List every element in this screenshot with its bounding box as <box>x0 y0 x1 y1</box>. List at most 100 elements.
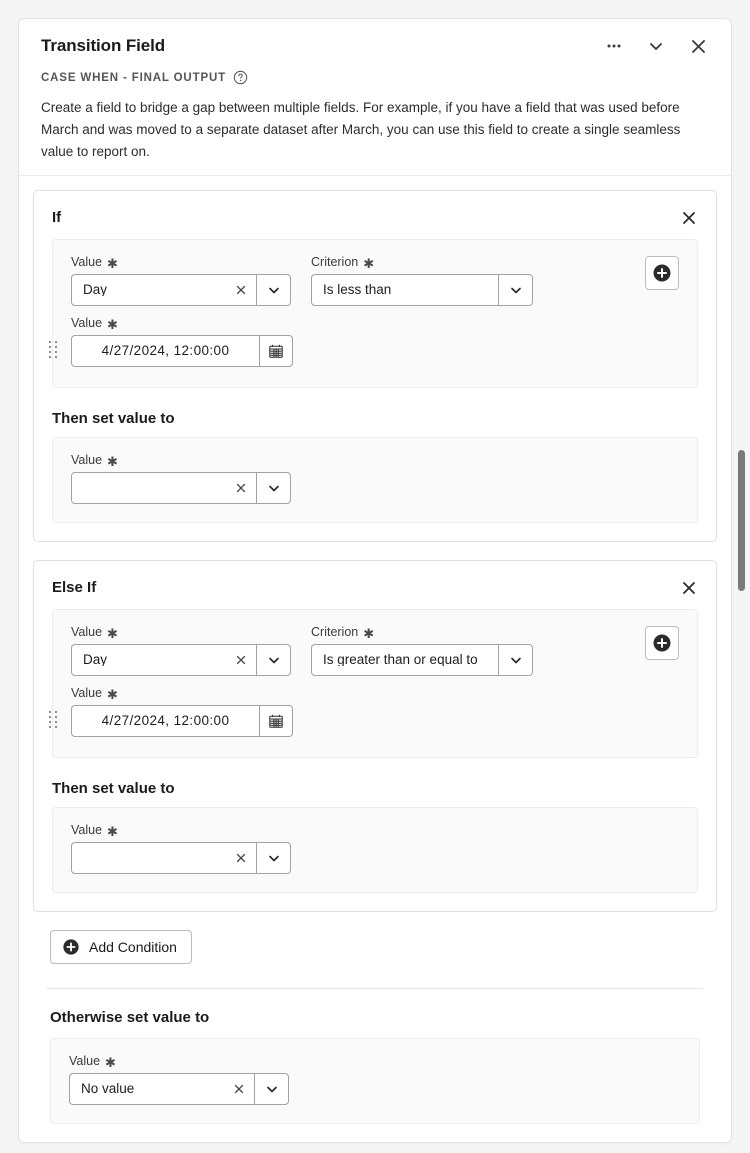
value-combobox[interactable]: Day <box>71 643 291 676</box>
otherwise-value-dropdown-button[interactable] <box>254 1072 289 1105</box>
required-asterisk: ✱ <box>107 453 118 469</box>
required-asterisk: ✱ <box>107 255 118 271</box>
clear-x-icon[interactable] <box>233 480 248 495</box>
criterion-field-block: Criterion ✱ Is less than <box>311 256 533 306</box>
criterion-dropdown-button[interactable] <box>498 273 533 306</box>
add-condition-button[interactable]: Add Condition <box>50 929 192 964</box>
required-asterisk: ✱ <box>107 625 118 641</box>
value-label: Value <box>71 254 103 269</box>
date-input-text: 4/27/2024, 12:00:00 <box>101 342 230 358</box>
question-circle-icon[interactable] <box>233 70 248 85</box>
date-input[interactable]: 4/27/2024, 12:00:00 <box>71 704 259 737</box>
date-picker[interactable]: 4/27/2024, 12:00:00 <box>71 704 293 737</box>
criterion-label: Criterion <box>311 254 359 269</box>
calendar-button[interactable] <box>259 704 293 737</box>
otherwise-value-group: Value ✱ No value <box>50 1037 700 1124</box>
value-label: Value <box>71 452 103 467</box>
condition-title: If <box>52 209 62 227</box>
value-combobox[interactable]: Day <box>71 273 291 306</box>
value-input[interactable]: Day <box>71 273 256 306</box>
criterion-combobox[interactable]: Is less than <box>311 273 533 306</box>
date-input-text: 4/27/2024, 12:00:00 <box>101 712 230 728</box>
condition-header: If <box>34 191 716 239</box>
otherwise-value-input[interactable]: No value <box>69 1072 254 1105</box>
then-value-input[interactable] <box>71 471 256 504</box>
otherwise-value-label-row: Value ✱ <box>69 1053 681 1070</box>
required-asterisk: ✱ <box>107 316 118 332</box>
subtitle-row: CASE WHEN - FINAL OUTPUT <box>41 70 713 85</box>
plus-circle-icon <box>653 634 671 652</box>
then-value-label-row: Value ✱ <box>71 824 679 838</box>
value-field-block: Value ✱ Day <box>71 256 291 306</box>
value-label: Value <box>71 315 103 330</box>
close-icon[interactable] <box>687 35 709 57</box>
required-asterisk: ✱ <box>107 686 118 702</box>
header-top-row: Transition Field <box>41 35 713 57</box>
date-value-label-row: Value ✱ <box>71 315 679 332</box>
scrollbar-thumb[interactable] <box>738 450 745 591</box>
header-actions <box>603 35 713 57</box>
calendar-icon <box>269 714 283 728</box>
page-title: Transition Field <box>41 36 166 55</box>
panel-description: Create a field to bridge a gap between m… <box>41 100 681 159</box>
condition-card-if: If Value ✱ Day Criterion ✱ Is less than … <box>33 189 717 542</box>
close-icon[interactable] <box>678 577 700 599</box>
date-picker[interactable]: 4/27/2024, 12:00:00 <box>71 334 293 367</box>
criterion-dropdown-button[interactable] <box>498 643 533 676</box>
otherwise-set-value-label: Otherwise set value to <box>50 1008 210 1026</box>
add-criterion-button[interactable] <box>645 255 679 290</box>
criterion-label: Criterion <box>311 624 359 639</box>
clear-x-icon[interactable] <box>233 282 248 297</box>
required-asterisk: ✱ <box>105 1054 116 1070</box>
criterion-combobox[interactable]: Is greater than or equal to <box>311 643 533 676</box>
condition-fields-group: Value ✱ Day <box>49 238 698 388</box>
then-value-group: Value ✱ <box>52 436 698 523</box>
value-input-text: Day <box>83 652 108 667</box>
value-input-text: Day <box>83 282 108 297</box>
then-value-input[interactable] <box>71 841 256 874</box>
close-icon[interactable] <box>678 207 700 229</box>
plus-circle-icon <box>63 938 79 955</box>
then-value-dropdown-button[interactable] <box>256 841 291 874</box>
condition-header: Else If <box>34 561 716 609</box>
criterion-label-row: Criterion ✱ <box>311 624 533 641</box>
chevron-down-icon[interactable] <box>645 35 667 57</box>
value-input[interactable]: Day <box>71 643 256 676</box>
criterion-input[interactable]: Is less than <box>311 273 498 306</box>
clear-x-icon[interactable] <box>233 652 248 667</box>
plus-circle-icon <box>653 264 671 282</box>
otherwise-value-combobox[interactable]: No value <box>69 1072 289 1105</box>
condition-first-row: Value ✱ Day <box>71 624 679 678</box>
value-label: Value <box>69 1053 101 1068</box>
then-value-group: Value ✱ <box>52 806 698 893</box>
criterion-input-text: Is greater than or equal to <box>323 652 478 667</box>
then-value-combobox[interactable] <box>71 841 291 874</box>
then-value-label-row: Value ✱ <box>71 452 679 469</box>
then-set-value-label: Then set value to <box>52 409 175 427</box>
value-label: Value <box>71 685 103 700</box>
calendar-button[interactable] <box>259 334 293 367</box>
value-dropdown-button[interactable] <box>256 643 291 676</box>
then-block: Then set value to Value ✱ <box>34 774 716 893</box>
panel-body: If Value ✱ Day Criterion ✱ Is less than … <box>19 176 731 1142</box>
then-value-dropdown-button[interactable] <box>256 471 291 504</box>
criterion-input[interactable]: Is greater than or equal to <box>311 643 498 676</box>
calendar-icon <box>269 344 283 358</box>
ellipsis-icon[interactable] <box>603 35 625 57</box>
clear-x-icon[interactable] <box>231 1081 246 1096</box>
then-value-combobox[interactable] <box>71 471 291 504</box>
criterion-label-row: Criterion ✱ <box>311 254 533 271</box>
date-value-block: Value ✱ 4/27/2024, 12:00:00 <box>49 685 679 737</box>
drag-handle-icon[interactable] <box>49 710 61 733</box>
required-asterisk: ✱ <box>363 255 375 271</box>
required-asterisk: ✱ <box>363 625 375 641</box>
condition-title: Else If <box>52 579 97 597</box>
then-block: Then set value to Value ✱ <box>34 404 716 523</box>
drag-handle-icon[interactable] <box>49 340 61 363</box>
add-criterion-button[interactable] <box>645 625 679 660</box>
date-input[interactable]: 4/27/2024, 12:00:00 <box>71 334 259 367</box>
section-divider <box>47 987 703 989</box>
value-dropdown-button[interactable] <box>256 273 291 306</box>
panel-header: Transition Field CASE WHEN - FINAL OUTPU… <box>19 19 731 176</box>
clear-x-icon[interactable] <box>233 850 248 865</box>
